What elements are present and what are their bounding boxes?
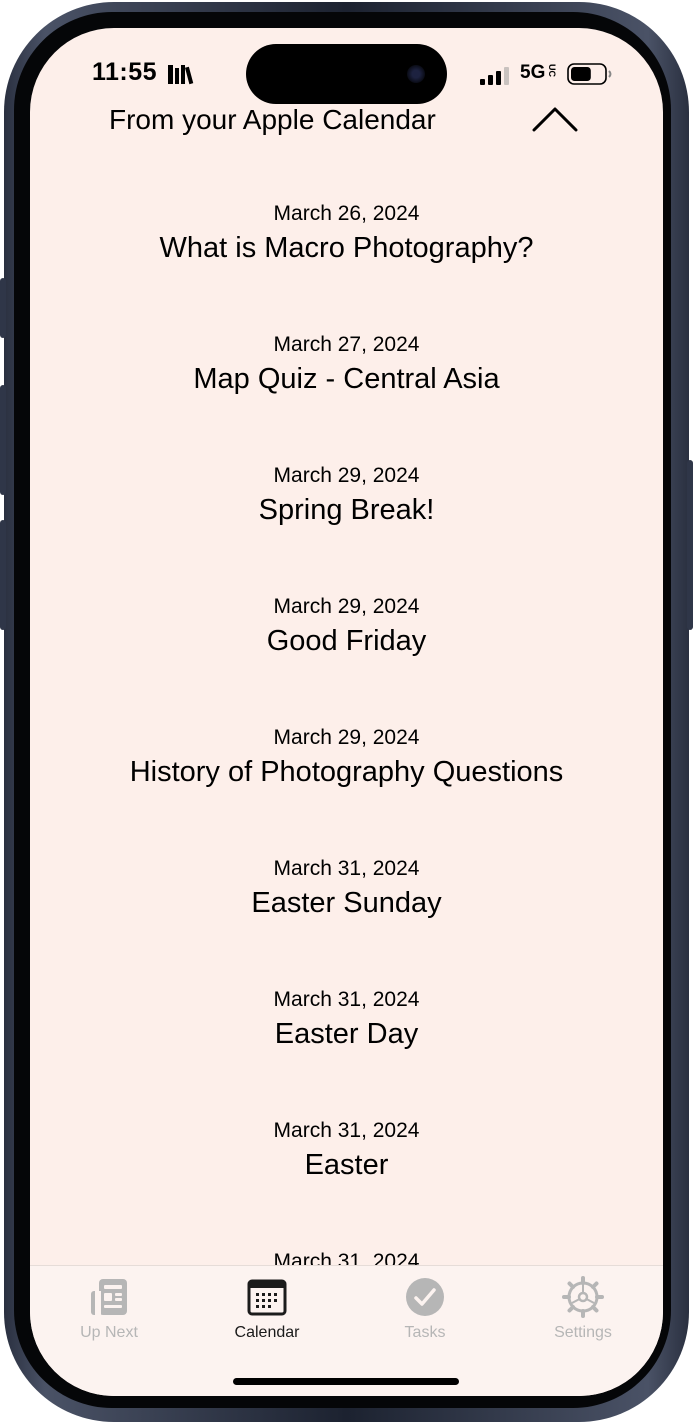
tab-up-next[interactable]: Up Next: [30, 1266, 188, 1366]
action-button: [0, 278, 6, 338]
event-date: March 27, 2024: [273, 333, 420, 356]
event-title: Easter Day: [274, 1018, 419, 1050]
event-item[interactable]: March 31, 2024 Easter: [30, 1118, 663, 1183]
network-type: 5G: [520, 62, 546, 83]
newspaper-icon: [91, 1279, 127, 1315]
event-item[interactable]: March 29, 2024 History of Photography Qu…: [30, 725, 663, 790]
power-button: [687, 460, 693, 630]
cellular-signal-icon: [480, 67, 509, 85]
tab-tasks[interactable]: Tasks: [346, 1266, 504, 1366]
event-date: March 31, 2024: [273, 857, 420, 880]
calendar-icon: [247, 1279, 287, 1316]
calendar-section-title: From your Apple Calendar: [109, 104, 436, 135]
battery-icon: [567, 63, 612, 85]
network-suffix: UC: [547, 64, 557, 77]
tab-bar: Up Next Calendar Tasks Settings: [30, 1265, 663, 1396]
books-icon: [168, 65, 194, 85]
camera-icon: [407, 65, 425, 83]
event-date: March 29, 2024: [273, 595, 420, 618]
tab-label: Up Next: [80, 1324, 138, 1341]
home-indicator[interactable]: [233, 1378, 459, 1385]
tab-calendar[interactable]: Calendar: [188, 1266, 346, 1366]
event-date: March 31, 2024: [273, 1119, 420, 1142]
event-title: Good Friday: [266, 625, 427, 657]
event-title: History of Photography Questions: [129, 756, 564, 788]
tab-settings[interactable]: Settings: [504, 1266, 662, 1366]
volume-down-button: [0, 520, 6, 630]
event-title: Easter Sunday: [251, 887, 442, 919]
tab-label: Settings: [554, 1324, 612, 1341]
checkmark-circle-icon: [406, 1278, 444, 1316]
event-date: March 29, 2024: [273, 726, 420, 749]
event-date: March 31, 2024: [273, 988, 420, 1011]
event-item[interactable]: March 31, 2024 Easter Sunday: [30, 856, 663, 921]
gear-icon: [562, 1276, 604, 1318]
screen: 11:55 5G UC From your Apple Calendar Mar…: [30, 28, 663, 1396]
event-title: Spring Break!: [258, 494, 435, 526]
tab-label: Tasks: [404, 1324, 446, 1341]
event-date: March 29, 2024: [273, 464, 420, 487]
event-title: What is Macro Photography?: [159, 232, 534, 264]
event-title: Easter: [304, 1149, 389, 1181]
event-item[interactable]: March 26, 2024 What is Macro Photography…: [30, 201, 663, 266]
tab-label: Calendar: [234, 1324, 300, 1341]
event-item[interactable]: March 27, 2024 Map Quiz - Central Asia: [30, 332, 663, 397]
event-item[interactable]: March 29, 2024 Good Friday: [30, 594, 663, 659]
event-item[interactable]: March 29, 2024 Spring Break!: [30, 463, 663, 528]
event-date: March 26, 2024: [273, 202, 420, 225]
status-time: 11:55: [92, 58, 158, 86]
volume-up-button: [0, 385, 6, 495]
dynamic-island: [246, 44, 447, 104]
event-title: Map Quiz - Central Asia: [193, 363, 500, 395]
event-item[interactable]: March 31, 2024 Easter Day: [30, 987, 663, 1052]
chevron-up-icon[interactable]: [530, 102, 580, 136]
